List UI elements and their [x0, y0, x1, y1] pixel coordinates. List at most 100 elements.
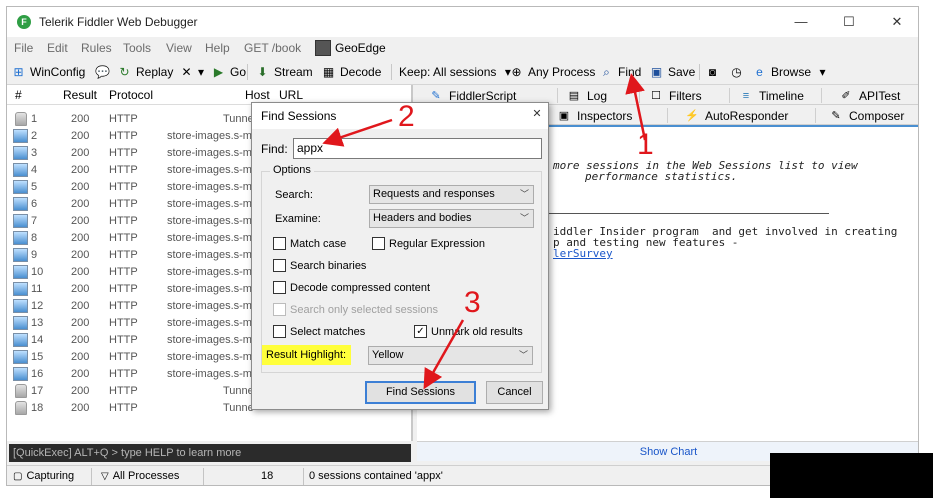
windows-icon: ⊞ [13, 64, 24, 79]
search-binaries-checkbox[interactable]: Search binaries [273, 259, 366, 272]
remove-x-icon: ✕ [181, 64, 192, 79]
tab-apitest[interactable]: ✐ APITest [839, 87, 900, 104]
row-host: store-images.s-mi [167, 164, 255, 176]
column-header-protocol[interactable]: Protocol [109, 85, 153, 105]
checkbox-box [273, 281, 286, 294]
menu-view[interactable]: View [166, 41, 192, 55]
find-button[interactable]: ⌕ Find [599, 63, 641, 81]
row-number: 6 [31, 198, 38, 210]
image-icon [13, 163, 28, 177]
row-result: 200 [71, 130, 90, 142]
decode-compressed-checkbox[interactable]: Decode compressed content [273, 281, 430, 294]
stream-button[interactable]: ⬇ Stream [255, 63, 312, 81]
row-protocol: HTTP [109, 181, 138, 193]
screenshot-button[interactable]: ◙ [705, 63, 720, 81]
result-highlight-label: Result Highlight: [262, 345, 351, 365]
column-header-result[interactable]: Result [63, 85, 97, 105]
decode-button[interactable]: ▦ Decode [321, 63, 382, 81]
find-sessions-button[interactable]: Find Sessions [365, 381, 476, 404]
inspectors-icon: ▣ [558, 109, 570, 122]
timer-button[interactable]: ◷ [729, 63, 744, 81]
result-highlight-select[interactable]: Yellow ﹀ [368, 346, 533, 365]
remove-button[interactable]: ✕ ▾ [179, 63, 204, 81]
menu-file[interactable]: File [14, 41, 33, 55]
menu-tools[interactable]: Tools [123, 41, 151, 55]
fiddler-app-icon: F [17, 15, 31, 29]
unmark-old-checkbox[interactable]: ✓ Unmark old results [414, 325, 523, 338]
dialog-close-button[interactable]: ✕ [526, 103, 548, 125]
geoedge-icon [315, 40, 331, 56]
row-number: 11 [31, 283, 43, 295]
checkbox-icon: ☐ [651, 89, 661, 102]
minimize-button[interactable]: — [783, 11, 819, 33]
replay-button[interactable]: ↻ Replay [117, 63, 173, 81]
row-protocol: HTTP [109, 402, 138, 414]
row-result: 200 [71, 266, 90, 278]
annotation-step-3: 3 [464, 286, 481, 319]
examine-label: Examine: [275, 213, 321, 225]
timeline-icon: ≡ [742, 89, 750, 102]
row-protocol: HTTP [109, 385, 138, 397]
match-case-checkbox[interactable]: Match case [273, 237, 346, 250]
menu-rules[interactable]: Rules [81, 41, 112, 55]
row-result: 200 [71, 181, 90, 193]
image-icon [13, 231, 28, 245]
row-protocol: HTTP [109, 351, 138, 363]
speech-bubble-icon: 💬 [95, 64, 110, 79]
row-number: 4 [31, 164, 38, 176]
row-result: 200 [71, 249, 90, 261]
maximize-button[interactable]: ☐ [831, 11, 867, 33]
row-host: store-images.s-mi [167, 317, 255, 329]
row-result: 200 [71, 385, 90, 397]
winconfig-button[interactable]: ⊞ WinConfig [11, 63, 85, 81]
find-input[interactable]: appx [293, 138, 542, 159]
tab-autoresponder[interactable]: ⚡ AutoResponder [685, 107, 788, 124]
browse-button[interactable]: e Browse ▾ [752, 63, 830, 81]
row-protocol: HTTP [109, 232, 138, 244]
row-number: 16 [31, 368, 44, 380]
tab-inspectors[interactable]: ▣ Inspectors [557, 107, 633, 124]
tab-composer[interactable]: ✎ Composer [829, 107, 904, 124]
lock-icon [15, 401, 27, 415]
checkbox-box [273, 325, 286, 338]
toolbar-separator [391, 64, 392, 80]
keep-sessions-dropdown[interactable]: Keep: All sessions ▾ [399, 63, 515, 81]
any-process-button[interactable]: ⊕ Any Process [509, 63, 595, 81]
row-host: store-images.s-mi [167, 249, 255, 261]
comment-button[interactable]: 💬 [95, 63, 110, 81]
annotation-step-2: 2 [398, 100, 415, 133]
capturing-toggle[interactable]: ▢ Capturing [13, 470, 74, 482]
select-matches-checkbox[interactable]: Select matches [273, 325, 365, 338]
checkbox-box [273, 237, 286, 250]
status-separator [303, 468, 304, 485]
row-number: 18 [31, 402, 44, 414]
tab-separator [639, 88, 640, 103]
examine-select[interactable]: Headers and bodies ﹀ [369, 209, 534, 228]
search-select[interactable]: Requests and responses ﹀ [369, 185, 534, 204]
go-button[interactable]: ▶ Go [211, 63, 246, 81]
browser-icon: e [756, 64, 763, 79]
row-host: store-images.s-mi [167, 181, 255, 193]
process-filter[interactable]: ▽ All Processes [101, 470, 179, 482]
toolbar-separator [247, 64, 248, 80]
redacted-corner [770, 453, 933, 498]
survey-link[interactable]: lerSurvey [553, 247, 613, 260]
save-button[interactable]: ▣ Save [649, 63, 696, 81]
regex-checkbox[interactable]: Regular Expression [372, 237, 485, 250]
lock-icon [15, 384, 27, 398]
tab-log[interactable]: ▤ Log [567, 87, 607, 104]
menu-edit[interactable]: Edit [47, 41, 68, 55]
cancel-button[interactable]: Cancel [486, 381, 543, 404]
tab-filters[interactable]: ☐ Filters [649, 87, 702, 104]
menu-get-book[interactable]: GET /book [244, 41, 301, 55]
row-protocol: HTTP [109, 215, 138, 227]
quickexec-input[interactable]: [QuickExec] ALT+Q > type HELP to learn m… [9, 444, 411, 462]
close-window-button[interactable]: ✕ [879, 11, 915, 33]
menu-geoedge[interactable]: GeoEdge [335, 41, 386, 55]
column-header-number[interactable]: # [15, 85, 22, 105]
checkbox-box [372, 237, 385, 250]
image-icon [13, 197, 28, 211]
window-title: Telerik Fiddler Web Debugger [39, 15, 198, 29]
tab-timeline[interactable]: ≡ Timeline [739, 87, 804, 104]
menu-help[interactable]: Help [205, 41, 230, 55]
